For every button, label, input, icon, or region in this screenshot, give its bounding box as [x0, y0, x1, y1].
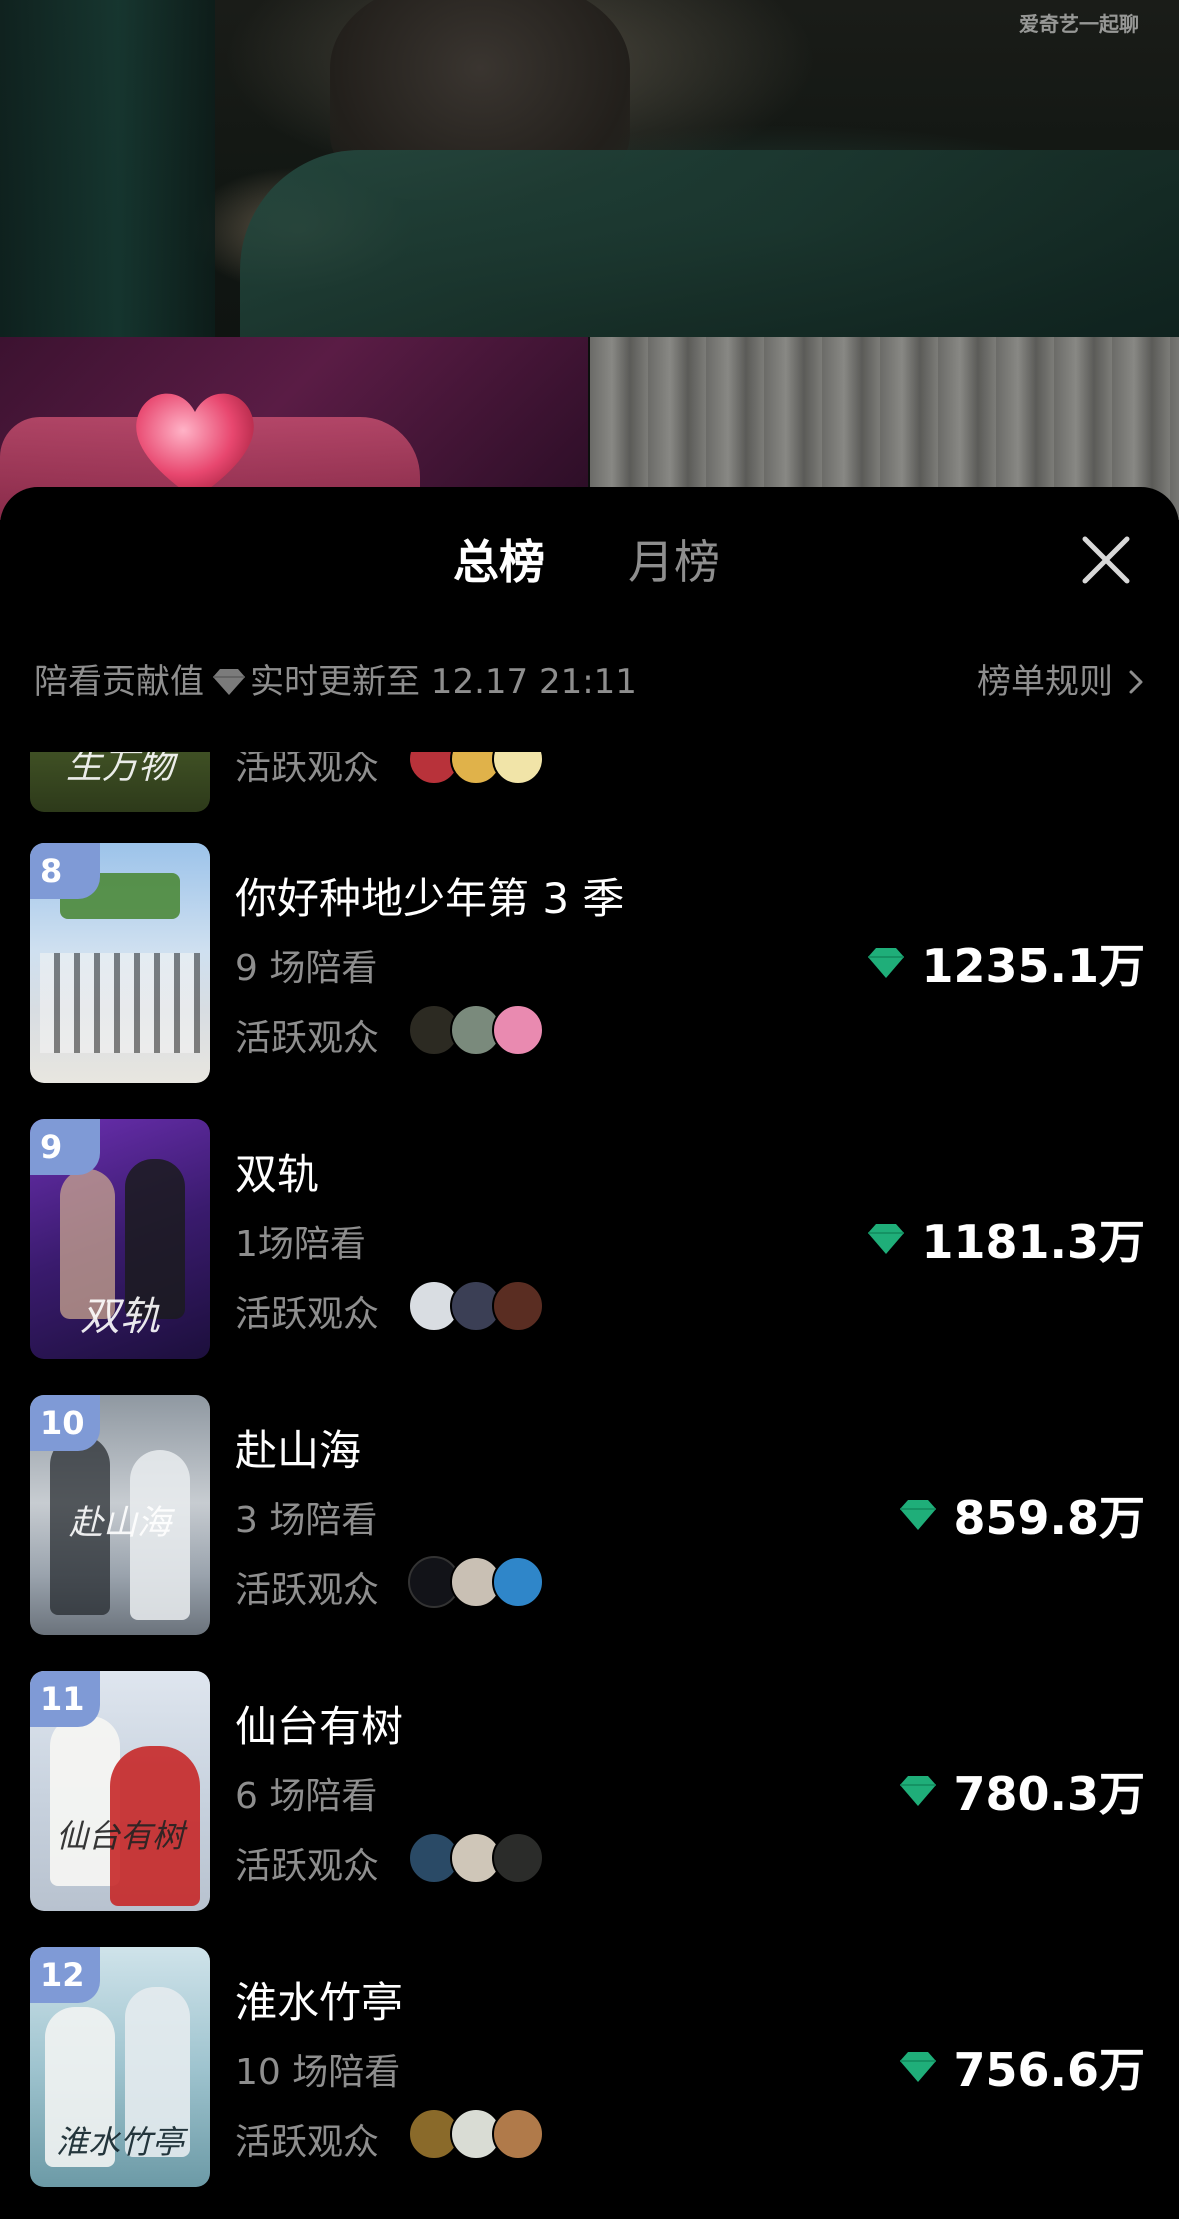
- list-item[interactable]: 仙台有树 11 仙台有树 6 场陪看 活跃观众 780.3万: [0, 1671, 1179, 1911]
- contribution-score: 780.3万: [899, 1761, 1145, 1821]
- video-player[interactable]: 爱奇艺一起聊: [0, 0, 1179, 520]
- active-audience-label: 活跃观众: [235, 1294, 380, 1335]
- rank-badge: 9: [30, 1119, 100, 1175]
- poster-title-text: 生万物: [65, 752, 174, 787]
- active-audience-label: 活跃观众: [235, 1018, 380, 1059]
- score-value: 1181.3万: [921, 1215, 1145, 1269]
- rank-badge: 10: [30, 1395, 100, 1451]
- video-scene-blanket: [240, 150, 1179, 337]
- rank-badge: 11: [30, 1671, 100, 1727]
- avatar: [492, 752, 544, 785]
- chevron-right-icon: [1129, 670, 1143, 694]
- poster-image: 赴山海 10: [30, 1395, 210, 1635]
- poster-title-text: 淮水竹亭: [55, 2123, 184, 2161]
- diamond-icon: [868, 948, 905, 978]
- tab-monthly[interactable]: 月榜: [628, 527, 720, 597]
- poster-image: 双轨 9: [30, 1119, 210, 1359]
- contribution-info: 陪看贡献值 实时更新至 12.17 21:11: [34, 657, 637, 707]
- close-icon[interactable]: [1073, 527, 1139, 593]
- active-audience-label: 活跃观众: [235, 1846, 380, 1887]
- ranking-tabs: 总榜 月榜: [0, 527, 1179, 597]
- session-count: 3 场陪看: [235, 1500, 378, 1541]
- poster-title-text: 仙台有树: [55, 1817, 184, 1855]
- score-value: 1235.1万: [921, 939, 1145, 993]
- tab-overall[interactable]: 总榜: [453, 527, 545, 597]
- avatar: [492, 1556, 544, 1608]
- contribution-score: 1235.1万: [867, 933, 1145, 993]
- video-watermark: 爱奇艺一起聊: [1019, 12, 1139, 36]
- avatar: [492, 1280, 544, 1332]
- audience-avatars: [408, 752, 548, 785]
- avatar: [492, 1832, 544, 1884]
- active-audience-label: 活跃观众: [235, 1570, 380, 1611]
- audience-avatars: [408, 1004, 548, 1056]
- session-count: 6 场陪看: [235, 1776, 378, 1817]
- rules-label: 榜单规则: [977, 662, 1113, 702]
- active-audience-label: 活跃观众: [235, 752, 380, 788]
- score-value: 756.6万: [953, 2043, 1145, 2097]
- rank-badge: 12: [30, 1947, 100, 2003]
- ranking-sheet: 总榜 月榜 陪看贡献值 实时更新至 12.17 21:11 榜单规则 生万物 活…: [0, 487, 1179, 2219]
- update-time: 实时更新至 12.17 21:11: [250, 662, 637, 702]
- audience-avatars: [408, 1832, 548, 1884]
- list-item[interactable]: 双轨 9 双轨 1场陪看 活跃观众 1181.3万: [0, 1119, 1179, 1359]
- session-count: 10 场陪看: [235, 2052, 401, 2093]
- video-frame-top: 爱奇艺一起聊: [0, 0, 1179, 337]
- audience-avatars: [408, 2108, 548, 2160]
- poster-group-photo: [40, 953, 200, 1053]
- show-title: 你好种地少年第 3 季: [235, 874, 625, 923]
- show-title: 仙台有树: [235, 1702, 404, 1751]
- diamond-icon: [868, 1224, 905, 1254]
- poster-image: 仙台有树 11: [30, 1671, 210, 1911]
- contribution-label: 陪看贡献值: [34, 662, 204, 702]
- info-bar: 陪看贡献值 实时更新至 12.17 21:11 榜单规则: [34, 657, 1145, 707]
- show-title: 双轨: [235, 1150, 320, 1199]
- list-item[interactable]: 赴山海 10 赴山海 3 场陪看 活跃观众 859.8万: [0, 1395, 1179, 1635]
- show-title: 淮水竹亭: [235, 1978, 404, 2027]
- rules-link[interactable]: 榜单规则: [977, 657, 1145, 707]
- list-item[interactable]: 淮水竹亭 12 淮水竹亭 10 场陪看 活跃观众 756.6万: [0, 1947, 1179, 2187]
- score-value: 859.8万: [953, 1491, 1145, 1545]
- show-title: 赴山海: [235, 1426, 362, 1475]
- rank-badge: 8: [30, 843, 100, 899]
- avatar: [492, 1004, 544, 1056]
- poster-title-text: 双轨: [80, 1294, 160, 1340]
- poster-image: 8: [30, 843, 210, 1083]
- active-audience-label: 活跃观众: [235, 2122, 380, 2163]
- session-count: 1场陪看: [235, 1224, 366, 1265]
- contribution-score: 756.6万: [899, 2037, 1145, 2097]
- audience-avatars: [408, 1280, 548, 1332]
- poster-image: 淮水竹亭 12: [30, 1947, 210, 2187]
- ranking-list[interactable]: 生万物 活跃观众 8 你好种地少年第 3 季 9 场陪看 活跃观众 1235.1…: [0, 752, 1179, 2219]
- poster-title-text: 赴山海: [69, 1503, 171, 1543]
- audience-avatars: [408, 1556, 548, 1608]
- diamond-icon: [900, 1776, 937, 1806]
- contribution-score: 859.8万: [899, 1485, 1145, 1545]
- diamond-icon: [900, 2052, 937, 2082]
- session-count: 9 场陪看: [235, 948, 378, 989]
- score-value: 780.3万: [953, 1767, 1145, 1821]
- video-scene-pillar: [0, 0, 215, 337]
- diamond-icon: [900, 1500, 937, 1530]
- poster-image: 生万物: [30, 752, 210, 812]
- avatar: [492, 2108, 544, 2160]
- list-item-partial[interactable]: 生万物 活跃观众: [0, 752, 1179, 812]
- list-item[interactable]: 8 你好种地少年第 3 季 9 场陪看 活跃观众 1235.1万: [0, 843, 1179, 1083]
- diamond-icon: [213, 669, 245, 695]
- contribution-score: 1181.3万: [867, 1209, 1145, 1269]
